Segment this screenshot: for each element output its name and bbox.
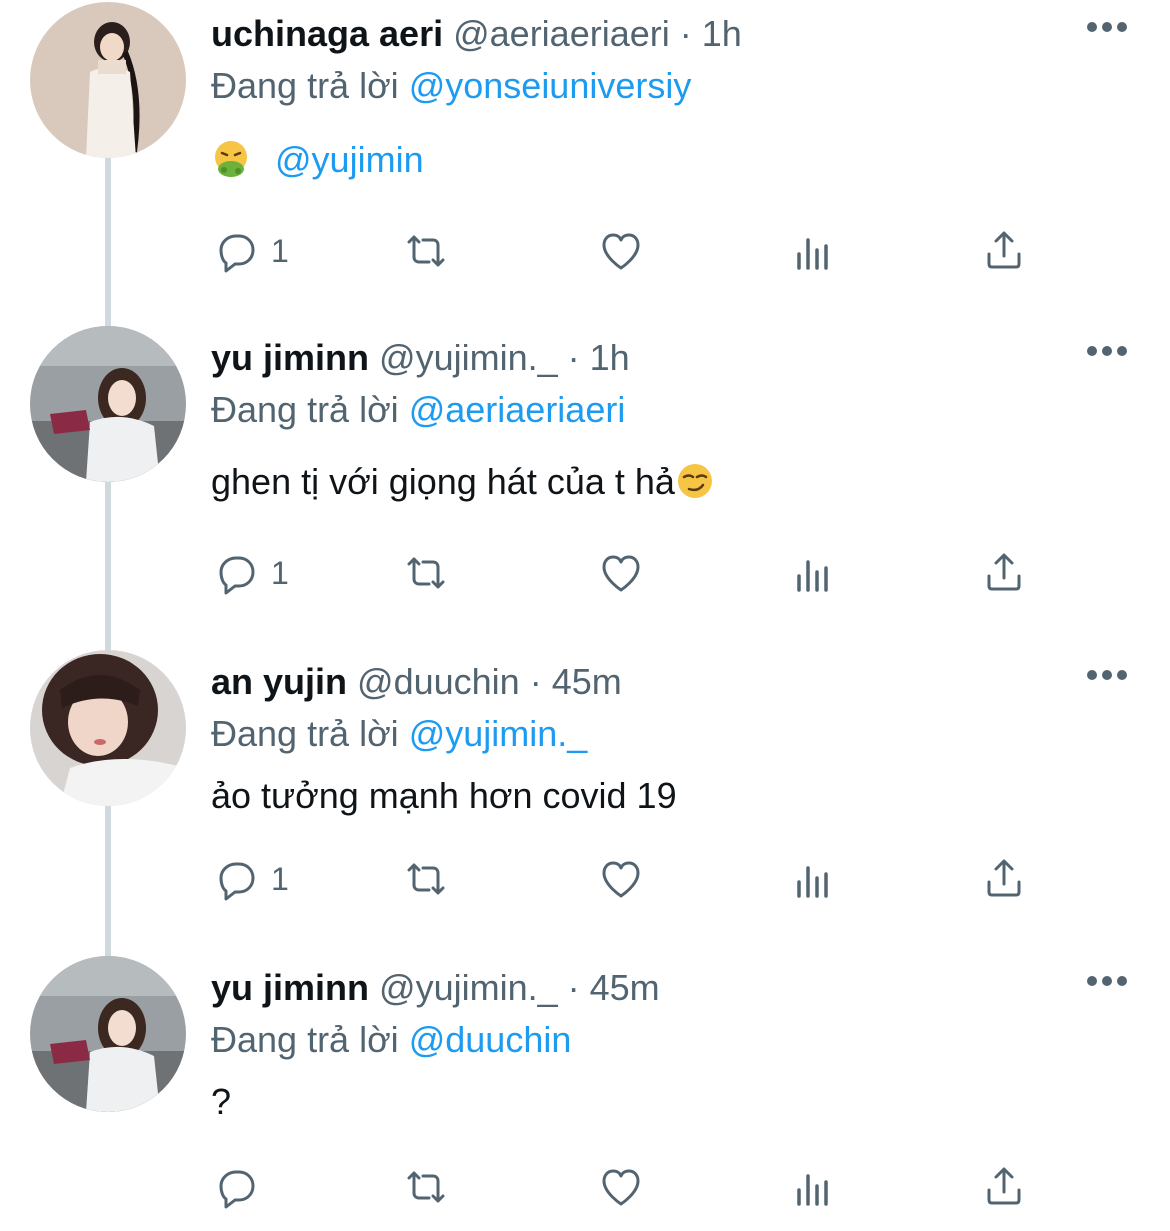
- avatar[interactable]: [30, 2, 186, 158]
- tweet-text: @yujimin: [211, 136, 424, 184]
- thread-connector-line: [105, 158, 111, 958]
- tweet-actions: 1: [211, 224, 1041, 278]
- more-options-icon[interactable]: [1086, 668, 1128, 682]
- more-options-icon[interactable]: [1086, 20, 1128, 34]
- like-button[interactable]: [596, 224, 646, 278]
- timestamp[interactable]: · 1h: [680, 13, 742, 54]
- share-icon: [987, 231, 1021, 269]
- timestamp[interactable]: · 45m: [568, 967, 660, 1008]
- views-button[interactable]: [789, 546, 839, 600]
- tweet-text: ?: [211, 1081, 232, 1122]
- analytics-icon: [797, 1174, 828, 1206]
- display-name[interactable]: an yujin: [211, 661, 347, 702]
- replying-to: Đang trả lời @yonseiuniversiy: [211, 65, 692, 106]
- tweet-header: uchinaga aeri @aeriaeriaeri · 1h: [211, 10, 742, 58]
- share-icon: [987, 1167, 1021, 1205]
- tweet-header: yu jiminn @yujimin._ · 45m: [211, 964, 660, 1012]
- replying-to: Đang trả lời @yujimin._: [211, 713, 588, 754]
- tweet-actions: 1: [211, 546, 1041, 600]
- reply-button[interactable]: [211, 1160, 261, 1214]
- heart-icon: [602, 233, 640, 270]
- like-button[interactable]: [596, 1160, 646, 1214]
- heart-icon: [602, 555, 640, 592]
- timestamp[interactable]: · 1h: [568, 337, 630, 378]
- like-button[interactable]: [596, 852, 646, 906]
- handle[interactable]: @aeriaeriaeri: [453, 13, 670, 54]
- reply-button[interactable]: 1: [211, 852, 289, 906]
- retweet-button[interactable]: [401, 224, 451, 278]
- handle[interactable]: @duuchin: [357, 661, 520, 702]
- tweet-actions: [211, 1160, 1041, 1214]
- display-name[interactable]: yu jiminn: [211, 967, 369, 1008]
- share-icon: [987, 553, 1021, 591]
- smirking-face-emoji-icon: [677, 464, 712, 498]
- retweet-icon: [407, 1171, 445, 1203]
- tweet-header: an yujin @duuchin · 45m: [211, 658, 622, 706]
- reply-count: 1: [271, 232, 289, 269]
- share-button[interactable]: [979, 546, 1029, 600]
- handle[interactable]: @yujimin._: [379, 967, 558, 1008]
- nauseated-face-emoji-icon: [215, 141, 247, 177]
- reply-count: 1: [271, 860, 289, 897]
- reply-icon: [219, 862, 255, 901]
- views-button[interactable]: [789, 852, 839, 906]
- reply-icon: [219, 556, 255, 595]
- share-button[interactable]: [979, 852, 1029, 906]
- mention-link[interactable]: @yujimin: [275, 139, 424, 180]
- avatar[interactable]: [30, 326, 186, 482]
- display-name[interactable]: uchinaga aeri: [211, 13, 443, 54]
- heart-icon: [602, 861, 640, 898]
- display-name[interactable]: yu jiminn: [211, 337, 369, 378]
- reply-icon: [219, 234, 255, 273]
- analytics-icon: [797, 238, 828, 270]
- replying-to: Đang trả lời @aeriaeriaeri: [211, 389, 626, 430]
- reply-button[interactable]: 1: [211, 224, 289, 278]
- handle[interactable]: @yujimin._: [379, 337, 558, 378]
- tweet-actions: 1: [211, 852, 1041, 906]
- share-icon: [987, 859, 1021, 897]
- more-options-icon[interactable]: [1086, 344, 1128, 358]
- share-button[interactable]: [979, 1160, 1029, 1214]
- tweet-header: yu jiminn @yujimin._ · 1h: [211, 334, 630, 382]
- avatar[interactable]: [30, 956, 186, 1112]
- reply-icon: [219, 1170, 255, 1209]
- heart-icon: [602, 1169, 640, 1206]
- avatar[interactable]: [30, 650, 186, 806]
- timestamp[interactable]: · 45m: [530, 661, 622, 702]
- share-button[interactable]: [979, 224, 1029, 278]
- tweet-text: ghen tị với giọng hát của t hả: [211, 458, 715, 506]
- mention-link[interactable]: @duuchin: [409, 1019, 572, 1060]
- retweet-button[interactable]: [401, 1160, 451, 1214]
- more-options-icon[interactable]: [1086, 974, 1128, 988]
- mention-link[interactable]: @yujimin._: [409, 713, 588, 754]
- retweet-button[interactable]: [401, 546, 451, 600]
- views-button[interactable]: [789, 1160, 839, 1214]
- mention-link[interactable]: @aeriaeriaeri: [409, 389, 626, 430]
- replying-to: Đang trả lời @duuchin: [211, 1019, 572, 1060]
- tweet-text: ảo tưởng mạnh hơn covid 19: [211, 775, 677, 816]
- views-button[interactable]: [789, 224, 839, 278]
- mention-link[interactable]: @yonseiuniversiy: [409, 65, 692, 106]
- retweet-icon: [407, 557, 445, 589]
- retweet-icon: [407, 235, 445, 267]
- retweet-icon: [407, 863, 445, 895]
- analytics-icon: [797, 560, 828, 592]
- retweet-button[interactable]: [401, 852, 451, 906]
- reply-count: 1: [271, 554, 289, 591]
- analytics-icon: [797, 866, 828, 898]
- reply-button[interactable]: 1: [211, 546, 289, 600]
- like-button[interactable]: [596, 546, 646, 600]
